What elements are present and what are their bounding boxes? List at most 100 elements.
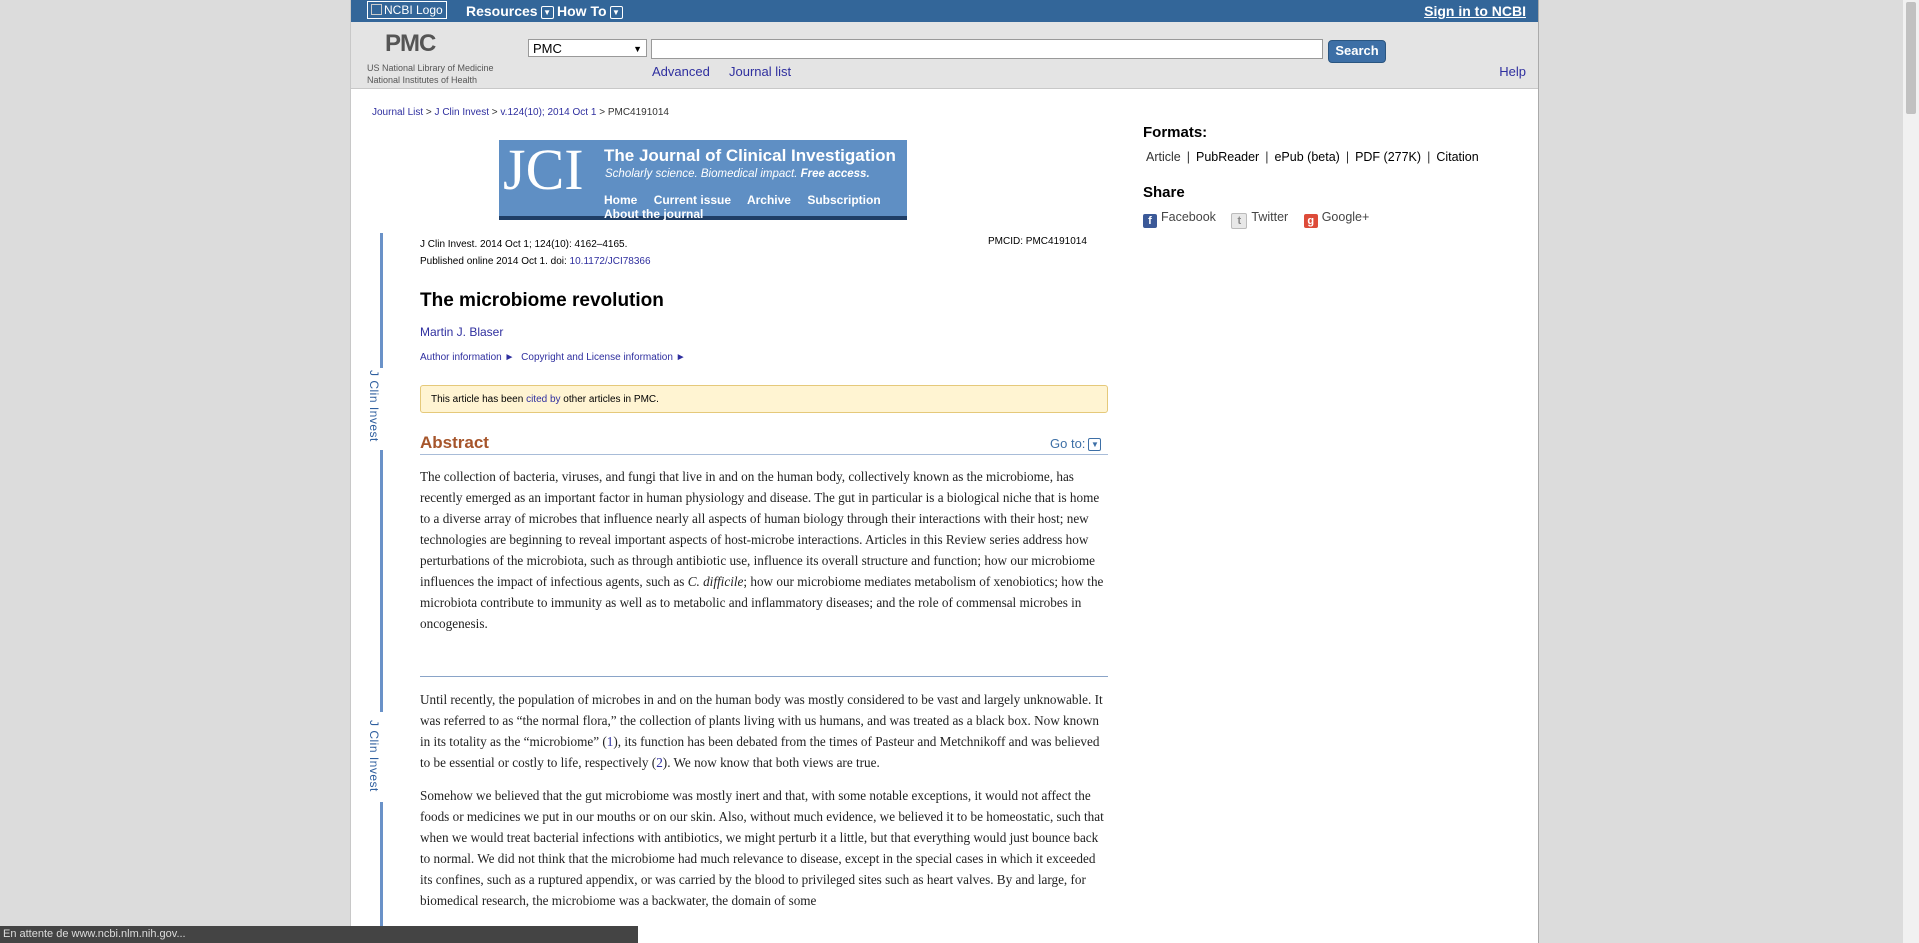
breadcrumb-journal[interactable]: J Clin Invest <box>435 107 489 118</box>
format-citation[interactable]: Citation <box>1436 150 1478 164</box>
nih-label: National Institutes of Health <box>367 75 478 85</box>
breadcrumb-current: PMC4191014 <box>607 107 669 118</box>
ncbi-topbar: NCBI Logo Resources ▼ How To ▼ Sign in to … <box>351 0 1538 22</box>
chevron-down-icon: ▼ <box>540 6 554 19</box>
breadcrumb-journal-list[interactable]: Journal List <box>372 107 423 118</box>
jci-journal-name: The Journal of Clinical Investigation <box>604 146 896 165</box>
jci-nav-subscription[interactable]: Subscription <box>807 193 880 207</box>
advanced-link[interactable]: Advanced <box>652 64 710 79</box>
published-prefix: Published online 2014 Oct 1. doi: <box>420 256 570 267</box>
cited-prefix: This article has been <box>431 394 527 405</box>
ribbon-line <box>380 233 383 368</box>
jci-logo: JCI <box>503 137 584 202</box>
nlm-label: US National Library of Medicine <box>367 63 494 73</box>
format-article: Article <box>1146 150 1181 164</box>
doi-link[interactable]: 10.1172/JCI78366 <box>570 256 651 267</box>
database-select[interactable]: PMC ▼ <box>528 39 647 57</box>
googleplus-icon: g <box>1303 214 1318 228</box>
abstract-text: The collection of bacteria, viruses, and… <box>420 466 1110 646</box>
jci-nav-about[interactable]: About the journal <box>604 207 703 221</box>
share-list: f Facebook t Twitter g Google+ <box>1143 210 1381 229</box>
share-googleplus-label: Google+ <box>1321 210 1370 224</box>
howto-menu[interactable]: How To ▼ <box>557 3 623 19</box>
article-title: The microbiome revolution <box>420 290 664 311</box>
paragraph-text: ). We now know that both views are true. <box>662 755 880 770</box>
author-information-link[interactable]: Author information ► <box>420 352 514 363</box>
cited-suffix: other articles in PMC. <box>560 394 659 405</box>
help-link[interactable]: Help <box>1499 64 1526 79</box>
formats-heading: Formats: <box>1143 124 1208 141</box>
breadcrumb-sep: > <box>491 107 498 118</box>
pmc-subtitle: US National Library of Medicine National… <box>367 62 494 86</box>
search-button[interactable]: Search <box>1328 40 1386 63</box>
database-selected: PMC <box>533 41 562 56</box>
breadcrumb-sep: > <box>599 107 606 118</box>
format-epub[interactable]: ePub (beta) <box>1274 150 1339 164</box>
article-citation: J Clin Invest. 2014 Oct 1; 124(10): 4162… <box>420 236 651 270</box>
ribbon-line <box>380 450 383 712</box>
goto-label: Go to: <box>1050 436 1086 451</box>
ncbi-logo[interactable]: NCBI Logo <box>367 1 447 19</box>
resources-label: Resources <box>466 3 538 19</box>
breadcrumb-issue[interactable]: v.124(10); 2014 Oct 1 <box>500 107 596 118</box>
ribbon-journal-label: J Clin Invest <box>367 370 381 442</box>
goto-menu[interactable]: Go to: ▼ <box>1050 436 1102 451</box>
browser-status-bar: En attente de www.ncbi.nlm.nih.gov... <box>0 926 638 943</box>
separator: | <box>1427 150 1431 164</box>
jci-nav-archive[interactable]: Archive <box>747 193 791 207</box>
abstract-rule <box>420 454 1108 455</box>
jci-nav-home[interactable]: Home <box>604 193 637 207</box>
paragraph: Until recently, the population of microb… <box>420 689 1110 773</box>
separator: | <box>1265 150 1269 164</box>
format-pdf[interactable]: PDF (277K) <box>1355 150 1421 164</box>
share-googleplus[interactable]: g Google+ <box>1303 210 1370 228</box>
share-facebook-label: Facebook <box>1161 210 1216 224</box>
cited-by-link[interactable]: cited by <box>526 394 560 405</box>
separator: | <box>1345 150 1350 164</box>
formats-list: Article | PubReader | ePub (beta) | PDF (277K)… <box>1146 150 1479 164</box>
pmc-header: PMC US National Library of Medicine Nati… <box>351 22 1538 89</box>
published-line: Published online 2014 Oct 1. doi: 10.117… <box>420 253 651 270</box>
facebook-icon: f <box>1143 214 1157 228</box>
journal-list-link[interactable]: Journal list <box>729 64 791 79</box>
chevron-down-icon: ▼ <box>1088 438 1102 451</box>
info-links: Author information ► Copyright and Licen… <box>420 352 690 363</box>
abstract-heading: Abstract <box>420 433 489 452</box>
abstract-italic: C. difficile <box>687 574 744 589</box>
separator: | <box>1186 150 1190 164</box>
cited-by-notice: This article has been cited by other art… <box>420 385 1108 413</box>
tagline-bold: Free access. <box>800 168 870 180</box>
chevron-down-icon: ▼ <box>609 6 623 19</box>
article-body: Until recently, the population of microb… <box>420 689 1110 923</box>
paragraph: Somehow we believed that the gut microbi… <box>420 788 1104 908</box>
signin-link[interactable]: Sign in to NCBI <box>1424 3 1526 19</box>
abstract-part: The collection of bacteria, viruses, and… <box>420 469 1100 589</box>
author-link[interactable]: Martin J. Blaser <box>420 325 503 339</box>
section-divider <box>420 676 1108 677</box>
jci-banner[interactable]: JCI The Journal of Clinical Investigatio… <box>499 137 907 221</box>
reference-link[interactable]: 2 <box>656 755 663 770</box>
jci-nav: Home Current issue Archive Subscription … <box>604 193 904 221</box>
resources-menu[interactable]: Resources ▼ <box>466 3 554 19</box>
jci-nav-current-issue[interactable]: Current issue <box>654 193 731 207</box>
pmc-logo[interactable]: PMC <box>385 30 436 58</box>
twitter-icon: t <box>1231 213 1248 229</box>
ribbon-line <box>380 802 383 943</box>
scrollbar-thumb[interactable] <box>1906 2 1916 114</box>
format-pubreader[interactable]: PubReader <box>1196 150 1259 164</box>
ribbon-journal-label: J Clin Invest <box>367 720 381 792</box>
share-heading: Share <box>1143 184 1185 201</box>
share-twitter[interactable]: t Twitter <box>1231 210 1288 229</box>
breadcrumb: Journal List > J Clin Invest > v.124(10)… <box>372 107 669 118</box>
search-input[interactable] <box>651 39 1323 59</box>
ncbi-logo-alt: NCBI Logo <box>384 3 443 17</box>
jci-tagline: Scholarly science. Biomedical impact. Fr… <box>605 168 870 180</box>
broken-image-icon <box>371 4 382 15</box>
vertical-scrollbar[interactable] <box>1903 0 1919 943</box>
dropdown-arrow-icon: ▼ <box>633 44 642 54</box>
copyright-license-link[interactable]: Copyright and License information ► <box>521 352 685 363</box>
share-facebook[interactable]: f Facebook <box>1143 210 1216 228</box>
breadcrumb-sep: > <box>425 107 432 118</box>
citation-line: J Clin Invest. 2014 Oct 1; 124(10): 4162… <box>420 239 628 250</box>
page: NCBI Logo Resources ▼ How To ▼ Sign in to … <box>350 0 1539 943</box>
